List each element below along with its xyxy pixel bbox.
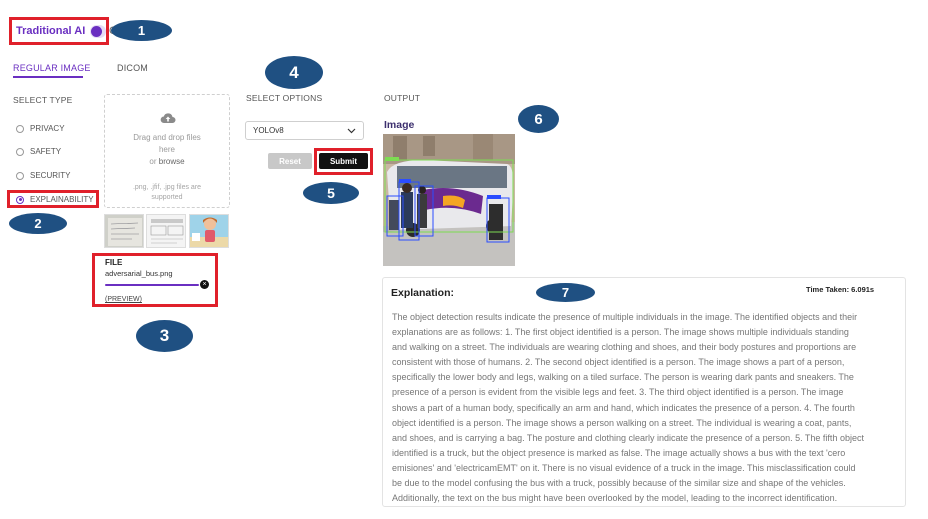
radio-privacy[interactable]: PRIVACY — [16, 124, 65, 133]
sample-thumbnail-document[interactable] — [146, 214, 186, 248]
explanation-line: and shoes, and is carrying a bag. The po… — [392, 432, 864, 443]
file-dropzone[interactable]: Drag and drop files here or browse .png,… — [104, 94, 230, 208]
callout-6: 6 — [518, 105, 559, 133]
output-heading: OUTPUT — [384, 93, 421, 103]
radio-button[interactable] — [16, 124, 24, 133]
toggle-switch[interactable] — [90, 24, 106, 38]
or-text: or — [149, 157, 157, 166]
uploaded-file-card: FILE adversarial_bus.png × (PREVIEW) — [92, 253, 218, 307]
explanation-line: emisiones' and 'electricamEMT' on it. Th… — [392, 462, 856, 473]
explanation-text: The object detection results indicate th… — [392, 310, 900, 506]
reset-button[interactable]: Reset — [268, 153, 312, 169]
explanation-line: presence of a person is evident from the… — [392, 387, 844, 398]
callout-4: 4 — [265, 56, 323, 89]
detection-output-image — [383, 134, 515, 266]
image-title: Image — [384, 119, 415, 131]
radio-explainability[interactable]: EXPLAINABILITY — [16, 195, 94, 204]
tab-regular-image[interactable]: REGULAR IMAGE — [13, 63, 91, 73]
radio-button[interactable] — [16, 147, 24, 156]
radio-label: SAFETY — [30, 147, 62, 156]
traditional-ai-toggle[interactable]: Traditional AI — [9, 17, 109, 45]
radio-button-selected[interactable] — [16, 195, 24, 204]
file-types-hint-2: supported — [151, 194, 183, 201]
radio-security[interactable]: SECURITY — [16, 171, 70, 180]
callout-5: 5 — [303, 182, 359, 204]
radio-label: SECURITY — [30, 171, 71, 180]
preview-link[interactable]: (PREVIEW) — [105, 296, 142, 303]
explanation-line: consistent with those of humans. 2. The … — [392, 357, 845, 368]
explanation-line: object identified is a person. The image… — [392, 417, 852, 428]
dropzone-browse-line: or browse — [105, 156, 229, 168]
sample-thumbnail-handwriting[interactable] — [104, 214, 144, 248]
explanation-title: Explanation: — [391, 287, 455, 299]
remove-file-icon[interactable]: × — [200, 280, 209, 289]
tab-dicom[interactable]: DICOM — [117, 63, 148, 73]
model-select-value: YOLOv8 — [253, 126, 284, 135]
file-types-hint: .png, .jfif, .jpg files are — [132, 184, 202, 191]
explanation-line: identified is a truck, but the object pr… — [392, 447, 846, 458]
dropzone-line2: here — [158, 145, 175, 154]
chevron-down-icon — [347, 128, 356, 133]
upload-progress-bar — [105, 284, 199, 286]
radio-label: EXPLAINABILITY — [30, 195, 94, 204]
file-name: adversarial_bus.png — [105, 269, 173, 278]
callout-2: 2 — [9, 213, 67, 234]
select-type-heading: SELECT TYPE — [13, 95, 73, 105]
toggle-knob — [91, 25, 103, 37]
radio-button[interactable] — [16, 171, 24, 180]
submit-button[interactable]: Submit — [319, 153, 368, 169]
explanation-line: specifically the lower body and legs, wa… — [392, 372, 854, 383]
explanation-line: and walking on a street. The individuals… — [392, 342, 857, 353]
toggle-label: Traditional AI — [16, 25, 86, 37]
time-taken: Time Taken: 6.091s — [806, 285, 875, 294]
explanation-line: shows a part of a human body, specifical… — [392, 402, 855, 413]
model-select[interactable]: YOLOv8 — [245, 121, 364, 140]
sample-thumbnail-cartoon[interactable] — [189, 214, 229, 248]
explanation-line: Additionally, the text on the bus might … — [392, 493, 838, 504]
radio-label: PRIVACY — [30, 124, 65, 133]
active-tab-underline — [13, 76, 83, 78]
radio-safety[interactable]: SAFETY — [16, 147, 61, 156]
dropzone-line1: Drag and drop files — [133, 133, 201, 142]
explanation-line: explanations are as follows: 1. The firs… — [392, 327, 849, 338]
callout-3: 3 — [136, 320, 193, 352]
explanation-line: The object detection results indicate th… — [392, 312, 858, 322]
browse-link[interactable]: browse — [159, 157, 185, 166]
file-heading: FILE — [105, 258, 123, 267]
explanation-line: be due to the model confusing the bus wi… — [392, 478, 846, 489]
cloud-upload-icon — [160, 113, 176, 124]
callout-1: 1 — [111, 20, 172, 41]
select-options-heading: SELECT OPTIONS — [246, 93, 323, 103]
